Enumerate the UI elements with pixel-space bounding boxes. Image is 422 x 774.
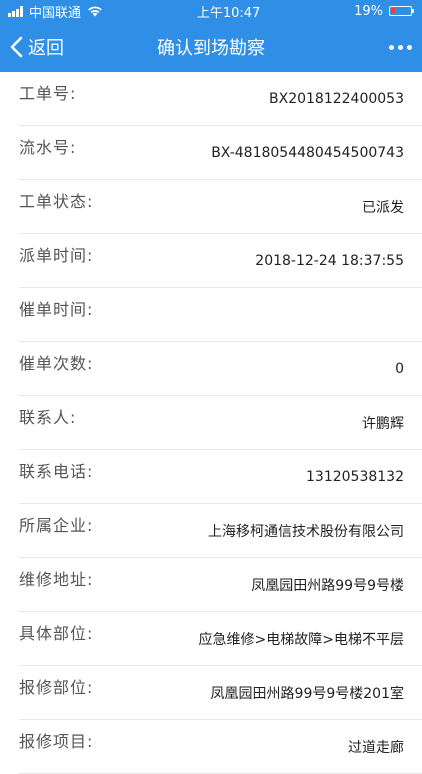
detail-row: 具体部位: 应急维修>电梯故障>电梯不平层 xyxy=(19,612,422,666)
detail-value: 凤凰园田州路99号9号楼 xyxy=(251,577,404,594)
detail-label: 催单时间: xyxy=(19,299,94,319)
battery-level-fill xyxy=(390,8,395,14)
detail-label: 维修地址: xyxy=(19,569,94,589)
detail-label: 工单号: xyxy=(19,83,77,103)
wifi-icon xyxy=(88,6,102,17)
detail-label: 所属企业: xyxy=(19,515,94,535)
detail-value: 上海移柯通信技术股份有限公司 xyxy=(208,523,404,540)
detail-value: 应急维修>电梯故障>电梯不平层 xyxy=(198,631,404,648)
battery-icon xyxy=(388,6,414,16)
more-button[interactable] xyxy=(389,22,412,72)
detail-value: 过道走廊 xyxy=(348,739,404,756)
detail-label: 联系电话: xyxy=(19,461,94,481)
detail-row: 维修地址: 凤凰园田州路99号9号楼 xyxy=(19,558,422,612)
detail-value: BX-4818054480454500743 xyxy=(211,144,404,161)
detail-label: 报修项目: xyxy=(19,731,94,751)
chevron-left-icon xyxy=(10,36,23,58)
status-left: 中国联通 xyxy=(8,2,103,21)
status-time: 上午10:47 xyxy=(196,5,261,21)
detail-label: 工单状态: xyxy=(19,191,94,211)
detail-value: 许鹏辉 xyxy=(362,415,404,432)
navigation-bar: 返回 确认到场勘察 xyxy=(0,22,422,72)
detail-label: 联系人: xyxy=(19,407,77,427)
detail-row: 联系人: 许鹏辉 xyxy=(19,396,422,450)
detail-value: 已派发 xyxy=(362,199,404,216)
detail-label: 流水号: xyxy=(19,137,77,157)
detail-row: 催单次数: 0 xyxy=(19,342,422,396)
detail-row: 工单号: BX2018122400053 xyxy=(19,72,422,126)
detail-label: 催单次数: xyxy=(19,353,94,373)
detail-row: 所属企业: 上海移柯通信技术股份有限公司 xyxy=(19,504,422,558)
detail-value: 0 xyxy=(395,360,404,377)
carrier-name: 中国联通 xyxy=(29,5,82,21)
back-button[interactable]: 返回 xyxy=(0,34,64,60)
detail-value: 13120538132 xyxy=(306,468,404,485)
detail-value: BX2018122400053 xyxy=(269,90,404,107)
ellipsis-dot xyxy=(398,44,403,50)
detail-row: 派单时间: 2018-12-24 18:37:55 xyxy=(19,234,422,288)
detail-row: 联系电话: 13120538132 xyxy=(19,450,422,504)
battery-percent: 19% xyxy=(354,3,383,19)
detail-value: 2018-12-24 18:37:55 xyxy=(255,252,404,269)
back-label: 返回 xyxy=(28,38,64,59)
detail-label: 具体部位: xyxy=(19,623,94,643)
status-right: 19% xyxy=(354,4,414,19)
detail-row: 报修项目: 过道走廊 xyxy=(19,720,422,774)
status-bar: 中国联通 上午10:47 19% xyxy=(0,0,422,22)
signal-strength-icon xyxy=(8,5,23,17)
detail-row: 报修部位: 凤凰园田州路99号9号楼201室 xyxy=(19,666,422,720)
detail-label: 报修部位: xyxy=(19,677,94,697)
detail-label: 派单时间: xyxy=(19,245,94,265)
work-order-details: 工单号: BX2018122400053 流水号: BX-48180544804545… xyxy=(0,72,422,774)
ellipsis-icon xyxy=(389,44,394,50)
detail-row: 工单状态: 已派发 xyxy=(19,180,422,234)
detail-row: 流水号: BX-4818054480454500743 xyxy=(19,126,422,180)
detail-row: 催单时间: xyxy=(19,288,422,342)
ellipsis-dot xyxy=(407,44,412,50)
detail-value: 凤凰园田州路99号9号楼201室 xyxy=(210,685,404,702)
